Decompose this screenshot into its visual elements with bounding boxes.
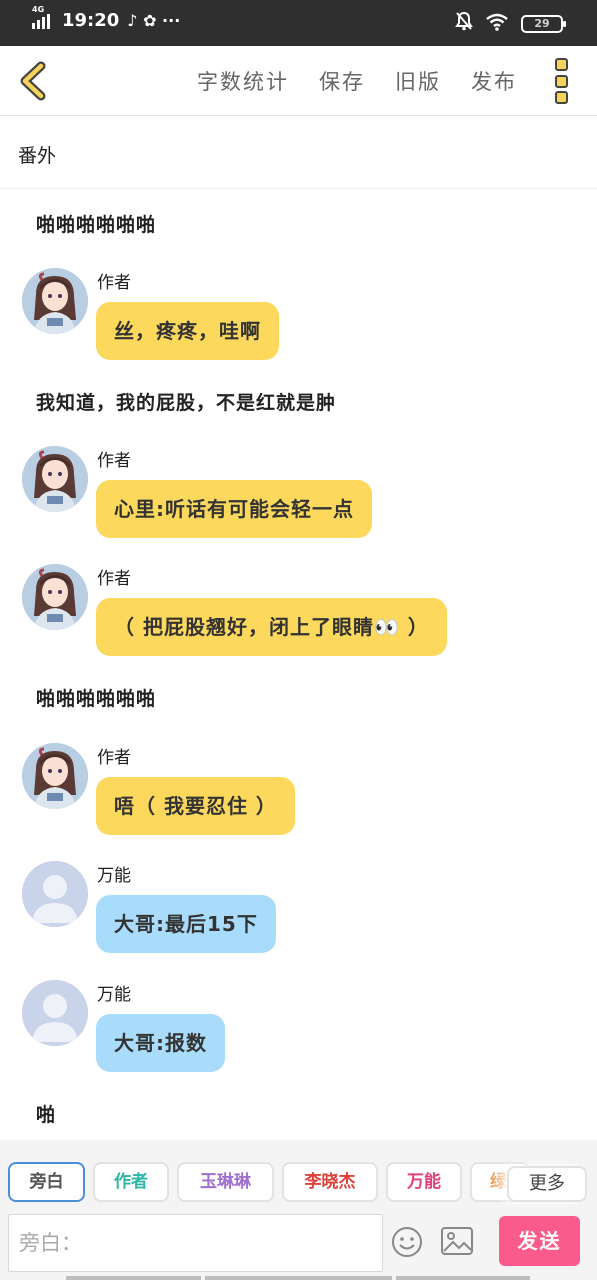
sender-name: 万能 [97,985,131,1005]
battery-level: 29 [534,16,550,30]
toolbar-actions: 字数统计 保存 旧版 发布 [197,66,517,96]
notification-icons: ♪ ✿ ··· [127,11,181,30]
emoji-icon[interactable] [391,1226,423,1258]
sender-name: 作者 [97,748,131,768]
network-type: 4G [32,4,45,14]
role-chip-yu-linlin[interactable]: 玉琳琳 [177,1162,274,1202]
status-left: 4G 19:20 ♪ ✿ ··· [32,5,181,31]
status-bar: 4G 19:20 ♪ ✿ ··· 29 [0,0,597,46]
battery-icon: 29 [521,14,566,33]
role-chip-wanneng[interactable]: 万能 [386,1162,462,1202]
compose-bar: 发送 [0,1210,597,1280]
nav-indicator [205,1276,392,1280]
role-chip-li-xiaojie[interactable]: 李晓杰 [282,1162,378,1202]
role-chip-author[interactable]: 作者 [93,1162,169,1202]
role-selector: 旁白 作者 玉琳琳 李晓杰 万能 绿 更多 [0,1140,597,1210]
chapter-title[interactable]: 番外 [0,117,597,189]
anime-girl-avatar [22,564,88,630]
message-bubble[interactable]: 丝，疼疼，哇啊 [96,302,279,360]
message-bubble[interactable]: 大哥:最后15下 [96,895,276,953]
old-version-button[interactable]: 旧版 [395,66,441,96]
publish-button[interactable]: 发布 [471,66,517,96]
narration-line[interactable]: 啪 [36,1100,56,1127]
editor-toolbar: 字数统计 保存 旧版 发布 [0,46,597,116]
cellular-signal-icon: 4G [32,5,50,29]
status-right: 29 [455,11,566,36]
chat-list: 啪啪啪啪啪啪 作者 丝，疼疼，哇啊 我知道，我的屁股，不是红就是肿 作者 心里:… [0,190,597,1140]
status-time: 19:20 [62,10,120,31]
message-bubble[interactable]: 大哥:报数 [96,1014,225,1072]
wifi-icon [485,13,509,35]
anime-girl-avatar [22,743,88,809]
save-button[interactable]: 保存 [319,66,365,96]
send-button[interactable]: 发送 [499,1216,580,1266]
word-count-button[interactable]: 字数统计 [197,66,289,96]
narration-line[interactable]: 啪啪啪啪啪啪 [36,210,156,237]
vertical-dots-icon[interactable] [555,58,571,104]
narration-line[interactable]: 我知道，我的屁股，不是红就是肿 [36,388,336,415]
default-user-avatar [22,861,88,927]
nav-indicator [66,1276,201,1280]
muted-bell-icon [455,11,473,36]
anime-girl-avatar [22,446,88,512]
message-bubble[interactable]: （ 把屁股翘好，闭上了眼睛👀 ） [96,598,447,656]
narration-line[interactable]: 啪啪啪啪啪啪 [36,684,156,711]
more-roles-button[interactable]: 更多 [507,1166,587,1202]
chevron-left-icon[interactable] [14,60,54,102]
default-user-avatar [22,980,88,1046]
message-input[interactable] [8,1214,383,1272]
anime-girl-avatar [22,268,88,334]
message-bubble[interactable]: 唔（ 我要忍住 ） [96,777,295,835]
role-chip-narrator[interactable]: 旁白 [8,1162,85,1202]
message-bubble[interactable]: 心里:听话有可能会轻一点 [96,480,372,538]
sender-name: 作者 [97,273,131,293]
nav-indicator [396,1276,530,1280]
image-icon[interactable] [440,1226,474,1256]
sender-name: 作者 [97,451,131,471]
sender-name: 作者 [97,569,131,589]
sender-name: 万能 [97,866,131,886]
